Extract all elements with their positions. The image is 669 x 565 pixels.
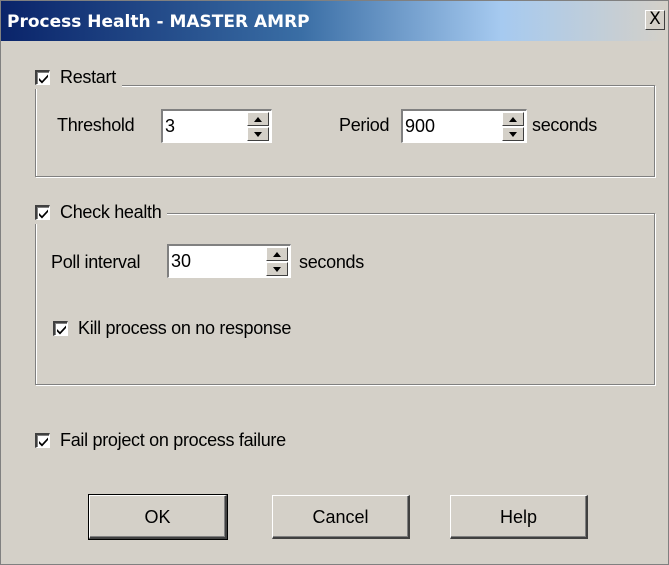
poll-interval-spinner[interactable]: [167, 244, 291, 278]
check-health-legend: Check health: [33, 200, 168, 224]
check-health-checkbox[interactable]: [35, 204, 50, 220]
check-health-label: Check health: [60, 201, 162, 222]
window-title: Process Health - MASTER AMRP: [7, 12, 310, 32]
arrow-down-icon: [254, 132, 262, 137]
fail-project-label: Fail project on process failure: [60, 430, 286, 450]
cancel-button[interactable]: Cancel: [272, 495, 410, 539]
close-icon: X: [649, 9, 661, 29]
ok-button[interactable]: OK: [88, 494, 228, 540]
restart-legend: Restart: [33, 65, 122, 89]
poll-interval-increment-button[interactable]: [266, 247, 288, 261]
checkmark-icon: [39, 209, 48, 218]
checkmark-icon: [39, 437, 48, 447]
poll-interval-label: Poll interval: [51, 252, 141, 272]
arrow-down-icon: [509, 132, 517, 137]
period-spinner[interactable]: [401, 109, 527, 143]
period-unit-label: seconds: [532, 115, 597, 135]
help-button[interactable]: Help: [450, 495, 588, 539]
threshold-decrement-button[interactable]: [247, 127, 269, 141]
period-label: Period: [339, 115, 390, 135]
period-spin-buttons: [502, 112, 524, 141]
period-increment-button[interactable]: [502, 112, 524, 126]
threshold-label: Threshold: [57, 115, 135, 135]
poll-interval-spin-buttons: [266, 247, 288, 276]
fail-project-checkbox-row[interactable]: Fail project on process failure: [35, 430, 286, 451]
restart-checkbox-row[interactable]: Restart: [35, 67, 116, 88]
checkmark-icon: [57, 325, 66, 335]
arrow-up-icon: [509, 117, 517, 122]
checkmark-icon: [39, 74, 48, 83]
poll-interval-unit-label: seconds: [299, 252, 364, 272]
period-input[interactable]: [405, 114, 495, 138]
arrow-down-icon: [273, 267, 281, 272]
check-health-checkbox-row[interactable]: Check health: [35, 201, 162, 223]
threshold-increment-button[interactable]: [247, 112, 269, 126]
restart-checkbox[interactable]: [35, 69, 50, 85]
process-health-dialog: Process Health - MASTER AMRP X Restart T…: [0, 0, 669, 565]
arrow-up-icon: [254, 117, 262, 122]
fail-project-checkbox[interactable]: [35, 433, 50, 448]
poll-interval-input[interactable]: [171, 249, 259, 273]
check-health-group: [35, 213, 655, 385]
threshold-spinner[interactable]: [161, 109, 272, 143]
arrow-up-icon: [273, 252, 281, 257]
close-button[interactable]: X: [645, 10, 665, 30]
period-decrement-button[interactable]: [502, 127, 524, 141]
threshold-input[interactable]: [165, 114, 235, 138]
kill-process-checkbox-row[interactable]: Kill process on no response: [53, 318, 291, 339]
poll-interval-decrement-button[interactable]: [266, 262, 288, 276]
kill-process-label: Kill process on no response: [78, 318, 292, 338]
threshold-spin-buttons: [247, 112, 269, 141]
kill-process-checkbox[interactable]: [53, 321, 68, 336]
restart-label: Restart: [60, 66, 116, 87]
title-bar[interactable]: Process Health - MASTER AMRP X: [1, 1, 668, 41]
